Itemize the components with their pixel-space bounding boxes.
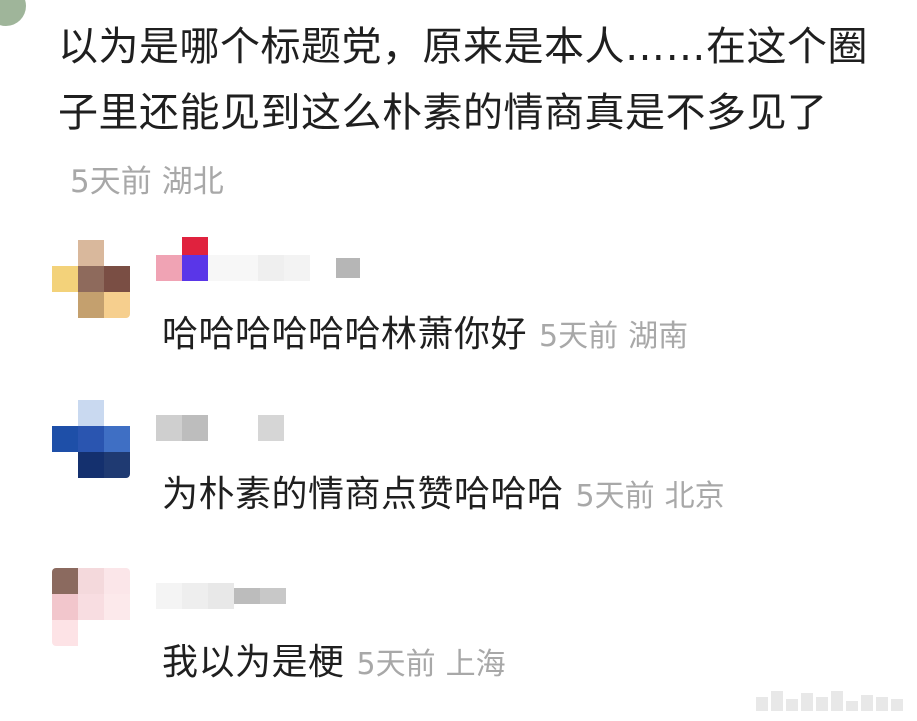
main-comment: 以为是哪个标题党，原来是本人……在这个圈子里还能见到这么朴素的情商真是不多见了 5… (58, 14, 878, 215)
reply-meta: 5天前 湖南 (539, 319, 688, 354)
reply-text: 我以为是梗 (162, 642, 345, 683)
reply-text: 哈哈哈哈哈哈林萧你好 (162, 314, 528, 355)
reply-meta: 5天前 上海 (357, 647, 506, 682)
commenter-avatar[interactable] (0, 0, 26, 26)
reply-time: 5天前 (539, 319, 619, 354)
reply-location: 湖南 (628, 319, 689, 354)
reply-content: 哈哈哈哈哈哈林萧你好 5天前 湖南 (162, 310, 688, 362)
reply-time: 5天前 (356, 647, 436, 682)
reply-username-blurred[interactable] (156, 237, 360, 288)
reply-avatar[interactable] (52, 400, 130, 478)
reply-meta: 5天前 北京 (576, 479, 725, 514)
reply-location: 北京 (664, 479, 725, 514)
reply-content: 我以为是梗 5天前 上海 (162, 638, 506, 690)
main-comment-meta: 5天前 湖北 (70, 164, 224, 200)
reply-time: 5天前 (575, 479, 655, 514)
reply-username-blurred[interactable] (156, 576, 286, 616)
main-comment-location: 湖北 (161, 164, 224, 200)
reply-item: 我以为是梗 5天前 上海 (52, 568, 892, 698)
reply-username-blurred[interactable] (156, 408, 284, 448)
reply-item: 为朴素的情商点赞哈哈哈 5天前 北京 (52, 400, 892, 530)
reply-avatar[interactable] (52, 240, 130, 318)
reply-content: 为朴素的情商点赞哈哈哈 5天前 北京 (162, 470, 725, 522)
watermark-blurred (756, 691, 903, 711)
main-comment-time: 5天前 (70, 164, 152, 200)
reply-item: 哈哈哈哈哈哈林萧你好 5天前 湖南 (52, 237, 892, 370)
reply-avatar[interactable] (52, 568, 130, 646)
reply-location: 上海 (445, 647, 506, 682)
reply-text: 为朴素的情商点赞哈哈哈 (162, 474, 564, 515)
main-comment-text: 以为是哪个标题党，原来是本人……在这个圈子里还能见到这么朴素的情商真是不多见了 (58, 24, 868, 136)
